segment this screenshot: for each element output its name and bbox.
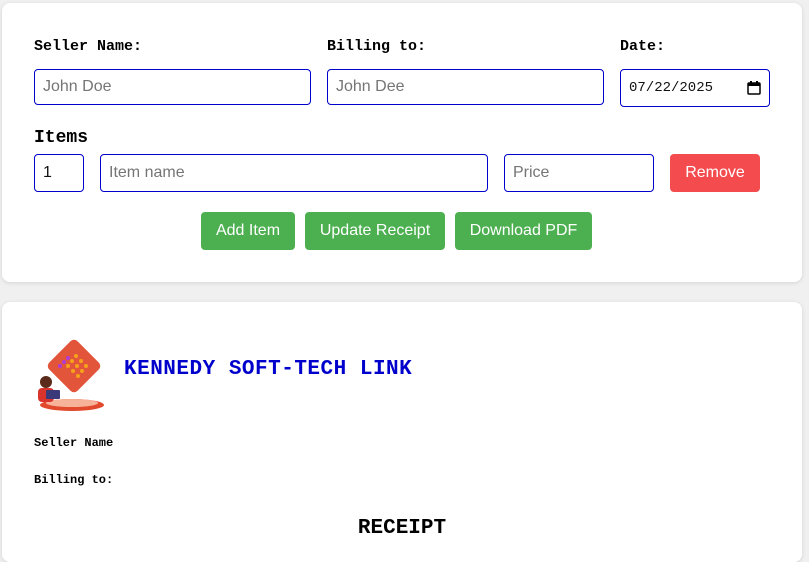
date-input[interactable]: 07/22/2025 xyxy=(620,69,770,107)
date-value: 07/22/2025 xyxy=(629,80,714,96)
receipt-billing-label: Billing to: xyxy=(34,473,114,487)
add-item-button[interactable]: Add Item xyxy=(201,212,295,250)
company-logo xyxy=(32,338,108,414)
seller-name-input[interactable]: John Doe xyxy=(34,69,311,105)
item-quantity-value: 1 xyxy=(43,164,52,181)
date-label: Date: xyxy=(620,38,666,55)
items-heading: Items xyxy=(34,128,89,148)
billing-to-placeholder: John Dee xyxy=(336,78,405,95)
download-pdf-button[interactable]: Download PDF xyxy=(455,212,592,250)
billing-to-label: Billing to: xyxy=(327,38,427,55)
item-name-placeholder: Item name xyxy=(109,164,185,181)
receipt-seller-label: Seller Name xyxy=(34,436,114,450)
receipt-form-card: Seller Name: Billing to: Date: John Doe … xyxy=(2,3,802,282)
update-receipt-button[interactable]: Update Receipt xyxy=(305,212,445,250)
seller-name-placeholder: John Doe xyxy=(43,78,112,95)
calendar-icon[interactable] xyxy=(747,81,761,95)
receipt-preview-card: KENNEDY SOFT-TECH LINK Seller Name Billi… xyxy=(2,302,802,562)
item-name-input[interactable]: Item name xyxy=(100,154,488,192)
item-quantity-input[interactable]: 1 xyxy=(34,154,84,192)
remove-item-button[interactable]: Remove xyxy=(670,154,760,192)
company-name: KENNEDY SOFT-TECH LINK xyxy=(124,358,413,381)
receipt-title: RECEIPT xyxy=(357,517,447,540)
billing-to-input[interactable]: John Dee xyxy=(327,69,604,105)
item-price-input[interactable]: Price xyxy=(504,154,654,192)
item-price-placeholder: Price xyxy=(513,164,550,181)
seller-name-label: Seller Name: xyxy=(34,38,143,55)
